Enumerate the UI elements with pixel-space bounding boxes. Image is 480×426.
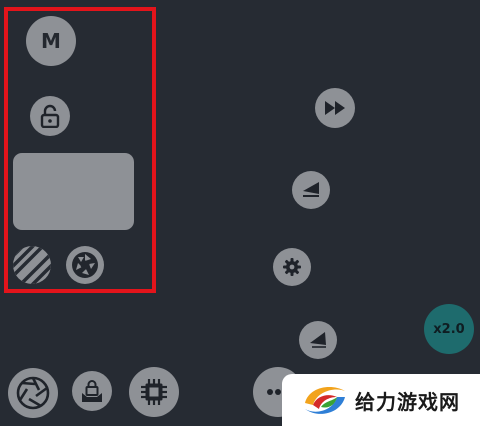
speed-button[interactable]: x2.0: [424, 304, 474, 354]
rewind-icon: [303, 182, 319, 197]
lock-tray-button[interactable]: [72, 371, 112, 411]
watermark-logo-icon: [305, 387, 345, 414]
stripes-button[interactable]: [13, 246, 51, 284]
chip-icon: [141, 379, 167, 405]
lock-button[interactable]: [30, 96, 70, 136]
lock-tray-icon: [82, 380, 102, 402]
chip-button[interactable]: [129, 367, 179, 417]
aperture-small-button[interactable]: [66, 246, 104, 284]
aperture-large-button[interactable]: [8, 368, 58, 418]
fast-forward-icon: [325, 101, 345, 115]
mode-m-button[interactable]: M: [26, 16, 76, 66]
stripes-icon: [13, 246, 51, 284]
aperture-icon: [16, 376, 50, 410]
speed-label: x2.0: [433, 321, 465, 337]
back-button[interactable]: [299, 321, 337, 359]
aperture-icon: [72, 252, 98, 278]
touchpad-area[interactable]: [13, 153, 134, 230]
back-arrow-icon: [310, 332, 326, 348]
watermark: 给力游戏网: [282, 374, 480, 426]
settings-button[interactable]: [273, 248, 311, 286]
mode-m-label: M: [41, 29, 61, 53]
watermark-text: 给力游戏网: [355, 389, 460, 414]
lock-open-icon: [40, 104, 60, 128]
game-overlay-screen: M x2.0 给力游戏网: [0, 0, 480, 426]
fast-forward-button[interactable]: [315, 88, 355, 128]
gear-icon: [283, 258, 301, 276]
rewind-button[interactable]: [292, 171, 330, 209]
